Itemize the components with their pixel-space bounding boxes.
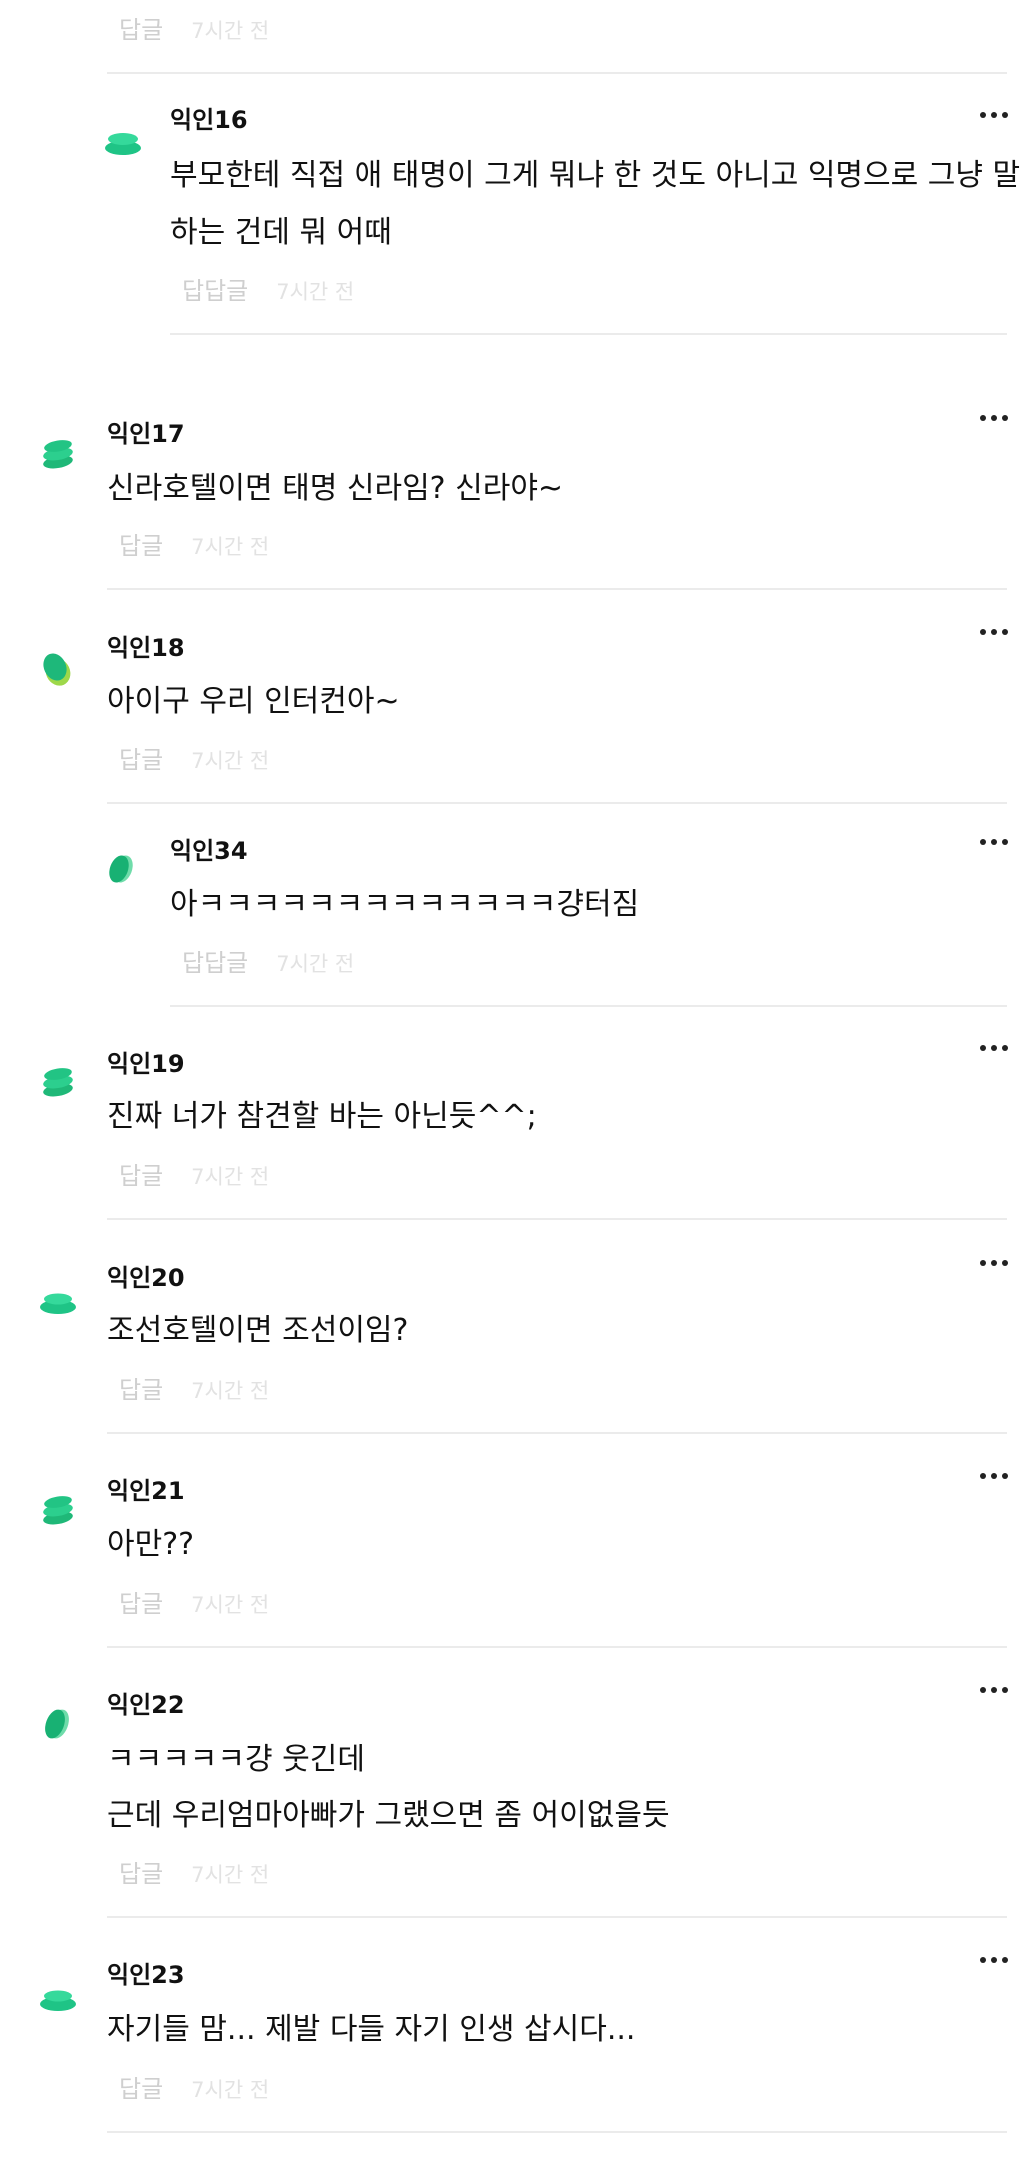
divider xyxy=(107,2131,1007,2133)
more-options-button[interactable] xyxy=(980,1468,1008,1484)
comment-author: 익인17 xyxy=(107,420,185,448)
timestamp: 7시간 전 xyxy=(276,280,355,304)
timestamp: 7시간 전 xyxy=(191,749,270,773)
divider xyxy=(170,1005,1007,1007)
reply-button[interactable]: 답글 xyxy=(119,2075,163,2103)
more-options-button[interactable] xyxy=(980,1255,1008,1271)
avatar-stack-icon xyxy=(43,1496,73,1525)
timestamp: 7시간 전 xyxy=(191,19,270,43)
comment-text: 진짜 너가 참견할 바는 아닌듯^^; xyxy=(107,1099,537,1134)
more-options-button[interactable] xyxy=(980,1040,1008,1056)
reply-button[interactable]: 답글 xyxy=(119,532,163,560)
comment-text: 부모한테 직접 애 태명이 그게 뭐냐 한 것도 아니고 익명으로 그냥 말 xyxy=(170,158,1021,193)
comment-footer: 답글 7시간 전 xyxy=(119,1375,269,1406)
divider xyxy=(107,1432,1007,1434)
reply-button[interactable]: 답글 xyxy=(119,1162,163,1190)
timestamp: 7시간 전 xyxy=(276,952,355,976)
comment-author: 익인21 xyxy=(107,1477,185,1505)
avatar-leaf-icon xyxy=(45,1709,69,1739)
timestamp: 7시간 전 xyxy=(191,2078,270,2102)
reply-button[interactable]: 답글 xyxy=(119,1860,163,1888)
comment-text: 신라호텔이면 태명 신라임? 신라야~ xyxy=(107,471,564,506)
comment-author: 익인23 xyxy=(107,1961,185,1989)
comment-footer: 답글 7시간 전 xyxy=(119,1161,269,1192)
more-options-button[interactable] xyxy=(980,410,1008,426)
comment-text: 자기들 맘... 제발 다들 자기 인생 삽시다... xyxy=(107,2012,636,2047)
divider xyxy=(107,1916,1007,1918)
timestamp: 7시간 전 xyxy=(191,1379,270,1403)
comment-footer: 답글 7시간 전 xyxy=(119,1859,269,1890)
divider xyxy=(107,72,1007,74)
reply-button[interactable]: 답글 xyxy=(119,16,163,44)
comment-text: 근데 우리엄마아빠가 그랬으면 좀 어이없을듯 xyxy=(107,1798,670,1833)
reply-button[interactable]: 답답글 xyxy=(182,949,248,977)
divider xyxy=(107,1218,1007,1220)
comment-author: 익인16 xyxy=(170,106,248,134)
comment-text: 아만?? xyxy=(107,1527,195,1562)
comment-footer: 답글 7시간 전 xyxy=(119,745,269,776)
timestamp: 7시간 전 xyxy=(191,535,270,559)
reply-button[interactable]: 답글 xyxy=(119,1376,163,1404)
comment-text: ㅋㅋㅋㅋㅋ걍 웃긴데 xyxy=(107,1742,365,1777)
avatar-discs-icon xyxy=(40,1990,76,2011)
avatar-stack-icon xyxy=(43,440,73,469)
comment-text: 조선호텔이면 조선이임? xyxy=(107,1313,409,1348)
avatar-leaf-icon xyxy=(43,653,71,686)
avatar-discs-icon xyxy=(40,1293,76,1314)
timestamp: 7시간 전 xyxy=(191,1165,270,1189)
comment-footer: 답답글 7시간 전 xyxy=(182,948,354,979)
reply-button[interactable]: 답답글 xyxy=(182,277,248,305)
comment-text: 아ㅋㅋㅋㅋㅋㅋㅋㅋㅋㅋㅋㅋㅋ걍터짐 xyxy=(170,887,640,922)
comment-author: 익인19 xyxy=(107,1050,185,1078)
timestamp: 7시간 전 xyxy=(191,1863,270,1887)
comment-footer: 답글 7시간 전 xyxy=(119,1589,269,1620)
comment-text: 하는 건데 뭐 어때 xyxy=(170,215,392,250)
timestamp: 7시간 전 xyxy=(191,1593,270,1617)
avatar-stack-icon xyxy=(43,1068,73,1097)
divider xyxy=(170,333,1007,335)
comment-author: 익인18 xyxy=(107,634,185,662)
divider xyxy=(107,588,1007,590)
comment-author: 익인34 xyxy=(170,837,248,865)
avatar-discs-icon xyxy=(105,133,141,155)
divider xyxy=(107,802,1007,804)
comment-text: 아이구 우리 인터컨아~ xyxy=(107,684,400,719)
more-options-button[interactable] xyxy=(980,624,1008,640)
comment-footer: 답글 7시간 전 xyxy=(119,2074,269,2105)
comment-author: 익인22 xyxy=(107,1691,185,1719)
more-options-button[interactable] xyxy=(980,1682,1008,1698)
more-options-button[interactable] xyxy=(980,834,1008,850)
comment-footer: 답글 7시간 전 xyxy=(119,531,269,562)
top-comment-footer: 답글 7시간 전 xyxy=(119,15,269,46)
divider xyxy=(107,1646,1007,1648)
more-options-button[interactable] xyxy=(980,1952,1008,1968)
comment-author: 익인20 xyxy=(107,1264,185,1292)
avatar-leaf-icon xyxy=(109,855,133,883)
more-options-button[interactable] xyxy=(980,107,1008,123)
reply-button[interactable]: 답글 xyxy=(119,746,163,774)
reply-button[interactable]: 답글 xyxy=(119,1590,163,1618)
comment-footer: 답답글 7시간 전 xyxy=(182,276,354,307)
